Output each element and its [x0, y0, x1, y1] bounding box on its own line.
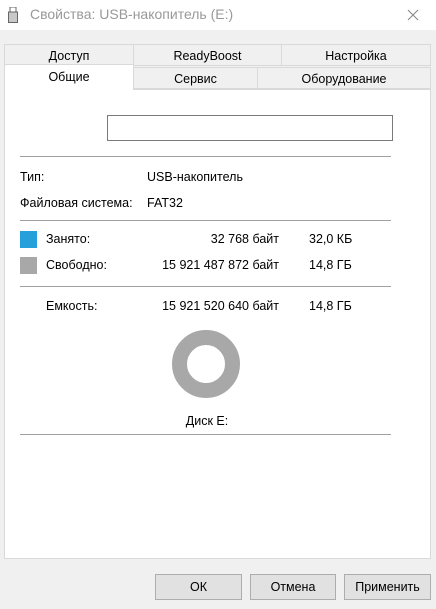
separator — [20, 220, 391, 221]
type-label: Тип: — [20, 170, 45, 184]
capacity-size: 14,8 ГБ — [309, 299, 352, 313]
tab-access[interactable]: Доступ — [4, 44, 134, 66]
capacity-bytes: 15 921 520 640 байт — [162, 299, 279, 313]
used-bytes: 32 768 байт — [210, 232, 279, 246]
tab-readyboost[interactable]: ReadyBoost — [133, 44, 282, 66]
separator — [20, 434, 391, 435]
general-tab-panel — [4, 89, 431, 559]
close-button[interactable] — [390, 0, 436, 30]
free-space-ring — [172, 330, 240, 398]
cancel-button[interactable]: Отмена — [250, 574, 336, 600]
free-space-swatch — [20, 257, 37, 274]
volume-label-input[interactable] — [107, 115, 393, 141]
used-space-swatch — [20, 231, 37, 248]
tab-general[interactable]: Общие — [4, 64, 134, 90]
filesystem-label: Файловая система: — [20, 196, 133, 210]
free-bytes: 15 921 487 872 байт — [162, 258, 279, 272]
window-title: Свойства: USB-накопитель (E:) — [30, 6, 234, 22]
type-value: USB-накопитель — [147, 170, 243, 184]
tab-customize[interactable]: Настройка — [281, 44, 431, 66]
separator — [20, 156, 391, 157]
close-icon — [407, 9, 419, 21]
disk-label: Диск E: — [185, 414, 229, 428]
capacity-label: Емкость: — [46, 299, 98, 313]
used-size: 32,0 КБ — [309, 232, 353, 246]
ok-button[interactable]: ОК — [155, 574, 242, 600]
separator — [20, 286, 391, 287]
usb-drive-icon — [8, 7, 18, 23]
free-label: Свободно: — [46, 258, 107, 272]
filesystem-value: FAT32 — [147, 196, 183, 210]
tab-tools[interactable]: Сервис — [133, 67, 258, 89]
apply-button[interactable]: Применить — [344, 574, 431, 600]
used-label: Занято: — [46, 232, 91, 246]
disk-usage-donut — [172, 330, 240, 398]
title-bar: Свойства: USB-накопитель (E:) — [0, 0, 436, 30]
tab-hardware[interactable]: Оборудование — [257, 67, 431, 89]
free-size: 14,8 ГБ — [309, 258, 352, 272]
